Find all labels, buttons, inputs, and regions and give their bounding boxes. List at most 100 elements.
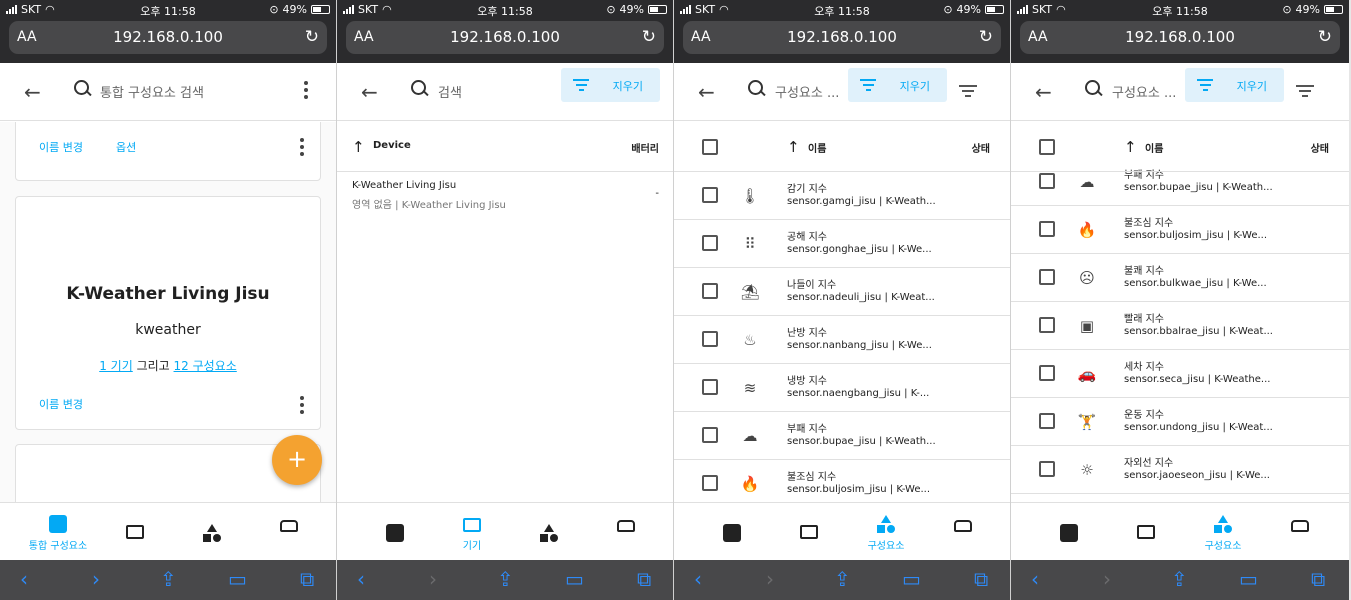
table-row[interactable]: 🔥 불조심 지수 sensor.buljosim_jisu | K-We... bbox=[1011, 206, 1349, 254]
url-bar[interactable]: AA 192.168.0.100 ↻ bbox=[9, 21, 327, 54]
table-row[interactable]: 🌡 감기 지수 sensor.gamgi_jisu | K-Weath... bbox=[674, 172, 1010, 220]
table-row[interactable]: ☁ 부패 지수 sensor.bupae_jisu | K-Weath... bbox=[674, 412, 1010, 460]
table-row[interactable]: ▣ 빨래 지수 sensor.bbalrae_jisu | K-Weat... bbox=[1011, 302, 1349, 350]
tab-areas[interactable] bbox=[1258, 503, 1342, 561]
share-icon[interactable]: ⇪ bbox=[160, 569, 177, 589]
column-device[interactable]: Device bbox=[373, 140, 411, 151]
tab-devices[interactable] bbox=[767, 503, 851, 561]
row-checkbox[interactable] bbox=[702, 331, 718, 347]
tab-areas[interactable] bbox=[247, 503, 331, 561]
row-checkbox[interactable] bbox=[702, 379, 718, 395]
tabs-icon[interactable]: ⧉ bbox=[974, 569, 988, 589]
tab-areas[interactable] bbox=[584, 503, 668, 561]
search-input[interactable]: 구성요소 ... bbox=[1112, 82, 1182, 101]
tabs-icon[interactable]: ⧉ bbox=[637, 569, 651, 589]
back-arrow-icon[interactable]: ← bbox=[698, 80, 715, 104]
filter-chip[interactable]: 지우기 bbox=[1185, 68, 1284, 102]
table-row[interactable]: K-Weather Living Jisu 영역 없음 | K-Weather … bbox=[337, 172, 673, 220]
row-checkbox[interactable] bbox=[702, 235, 718, 251]
forward-icon[interactable]: › bbox=[766, 569, 774, 589]
url-bar[interactable]: AA 192.168.0.100 ↻ bbox=[1020, 21, 1340, 54]
share-icon[interactable]: ⇪ bbox=[1171, 569, 1188, 589]
row-checkbox[interactable] bbox=[1039, 365, 1055, 381]
rename-button[interactable]: 이름 변경 bbox=[39, 139, 83, 155]
forward-icon[interactable]: › bbox=[1103, 569, 1111, 589]
table-row[interactable]: ♨ 난방 지수 sensor.nanbang_jisu | K-We... bbox=[674, 316, 1010, 364]
table-row[interactable]: 🏋 운동 지수 sensor.undong_jisu | K-Weat... bbox=[1011, 398, 1349, 446]
column-name[interactable]: 이름 bbox=[1145, 140, 1163, 155]
clear-filter-button[interactable]: 지우기 bbox=[1237, 78, 1267, 94]
table-row[interactable]: ⛱ 나들이 지수 sensor.nadeuli_jisu | K-Weat... bbox=[674, 268, 1010, 316]
row-checkbox[interactable] bbox=[702, 475, 718, 491]
filter-icon[interactable] bbox=[959, 85, 977, 97]
url-text[interactable]: 192.168.0.100 bbox=[1020, 28, 1340, 46]
table-row[interactable]: ⠿ 공해 지수 sensor.gonghae_jisu | K-We... bbox=[674, 220, 1010, 268]
sort-ascending-icon[interactable]: ↑ bbox=[787, 138, 800, 156]
table-row[interactable]: ☁ 부패 지수 sensor.bupae_jisu | K-Weath... bbox=[1011, 158, 1349, 206]
forward-icon[interactable]: › bbox=[92, 569, 100, 589]
share-icon[interactable]: ⇪ bbox=[834, 569, 851, 589]
entities-link[interactable]: 12 구성요소 bbox=[174, 359, 237, 373]
rename-button[interactable]: 이름 변경 bbox=[39, 396, 83, 412]
table-row[interactable]: ☹ 불쾌 지수 sensor.bulkwae_jisu | K-We... bbox=[1011, 254, 1349, 302]
tab-devices[interactable]: 기기 bbox=[430, 503, 514, 561]
url-bar[interactable]: AA 192.168.0.100 ↻ bbox=[683, 21, 1001, 54]
tab-entities[interactable] bbox=[170, 503, 254, 561]
tabs-icon[interactable]: ⧉ bbox=[300, 569, 314, 589]
clear-filter-button[interactable]: 지우기 bbox=[613, 78, 643, 94]
url-text[interactable]: 192.168.0.100 bbox=[346, 28, 664, 46]
tab-devices[interactable] bbox=[93, 503, 177, 561]
back-arrow-icon[interactable]: ← bbox=[361, 80, 378, 104]
filter-chip[interactable]: 지우기 bbox=[561, 68, 660, 102]
devices-link[interactable]: 1 기기 bbox=[99, 359, 133, 373]
url-text[interactable]: 192.168.0.100 bbox=[683, 28, 1001, 46]
select-all-checkbox[interactable] bbox=[702, 139, 718, 155]
search-input[interactable]: 통합 구성요소 검색 bbox=[100, 82, 270, 101]
back-icon[interactable]: ‹ bbox=[1031, 569, 1039, 589]
row-checkbox[interactable] bbox=[1039, 461, 1055, 477]
back-arrow-icon[interactable]: ← bbox=[1035, 80, 1052, 104]
back-icon[interactable]: ‹ bbox=[694, 569, 702, 589]
table-row[interactable]: 🔥 불조심 지수 sensor.buljosim_jisu | K-We... bbox=[674, 460, 1010, 508]
back-icon[interactable]: ‹ bbox=[20, 569, 28, 589]
back-arrow-icon[interactable]: ← bbox=[24, 80, 41, 104]
sort-ascending-icon[interactable]: ↑ bbox=[1124, 138, 1137, 156]
reload-icon[interactable]: ↻ bbox=[1318, 27, 1332, 47]
tab-integrations[interactable] bbox=[1027, 503, 1111, 561]
row-checkbox[interactable] bbox=[1039, 413, 1055, 429]
reload-icon[interactable]: ↻ bbox=[642, 27, 656, 47]
tab-integrations[interactable] bbox=[353, 503, 437, 561]
column-status[interactable]: 상태 bbox=[972, 140, 990, 155]
bookmarks-icon[interactable]: ▭ bbox=[565, 569, 584, 589]
tab-entities[interactable]: 구성요소 bbox=[844, 503, 928, 561]
reload-icon[interactable]: ↻ bbox=[979, 27, 993, 47]
overflow-menu-icon[interactable] bbox=[304, 81, 308, 99]
forward-icon[interactable]: › bbox=[429, 569, 437, 589]
row-checkbox[interactable] bbox=[1039, 317, 1055, 333]
bookmarks-icon[interactable]: ▭ bbox=[902, 569, 921, 589]
add-integration-button[interactable]: + bbox=[272, 435, 322, 485]
card-menu-icon[interactable] bbox=[300, 138, 304, 156]
filter-icon[interactable] bbox=[1296, 85, 1314, 97]
tab-integrations[interactable]: 통합 구성요소 bbox=[16, 503, 100, 561]
row-checkbox[interactable] bbox=[1039, 221, 1055, 237]
search-input[interactable]: 검색 bbox=[438, 82, 498, 101]
bookmarks-icon[interactable]: ▭ bbox=[228, 569, 247, 589]
url-bar[interactable]: AA 192.168.0.100 ↻ bbox=[346, 21, 664, 54]
sort-ascending-icon[interactable]: ↑ bbox=[352, 138, 365, 156]
table-row[interactable]: ≋ 냉방 지수 sensor.naengbang_jisu | K-... bbox=[674, 364, 1010, 412]
tab-areas[interactable] bbox=[921, 503, 1005, 561]
tabs-icon[interactable]: ⧉ bbox=[1311, 569, 1325, 589]
bookmarks-icon[interactable]: ▭ bbox=[1239, 569, 1258, 589]
tab-entities[interactable]: 구성요소 bbox=[1181, 503, 1265, 561]
tab-devices[interactable] bbox=[1104, 503, 1188, 561]
share-icon[interactable]: ⇪ bbox=[497, 569, 514, 589]
filter-chip[interactable]: 지우기 bbox=[848, 68, 947, 102]
column-battery[interactable]: 배터리 bbox=[631, 140, 659, 155]
row-checkbox[interactable] bbox=[702, 427, 718, 443]
table-row[interactable]: ☼ 자외선 지수 sensor.jaoeseon_jisu | K-We... bbox=[1011, 446, 1349, 494]
row-checkbox[interactable] bbox=[702, 187, 718, 203]
column-name[interactable]: 이름 bbox=[808, 140, 826, 155]
search-input[interactable]: 구성요소 ... bbox=[775, 82, 845, 101]
column-status[interactable]: 상태 bbox=[1311, 140, 1329, 155]
